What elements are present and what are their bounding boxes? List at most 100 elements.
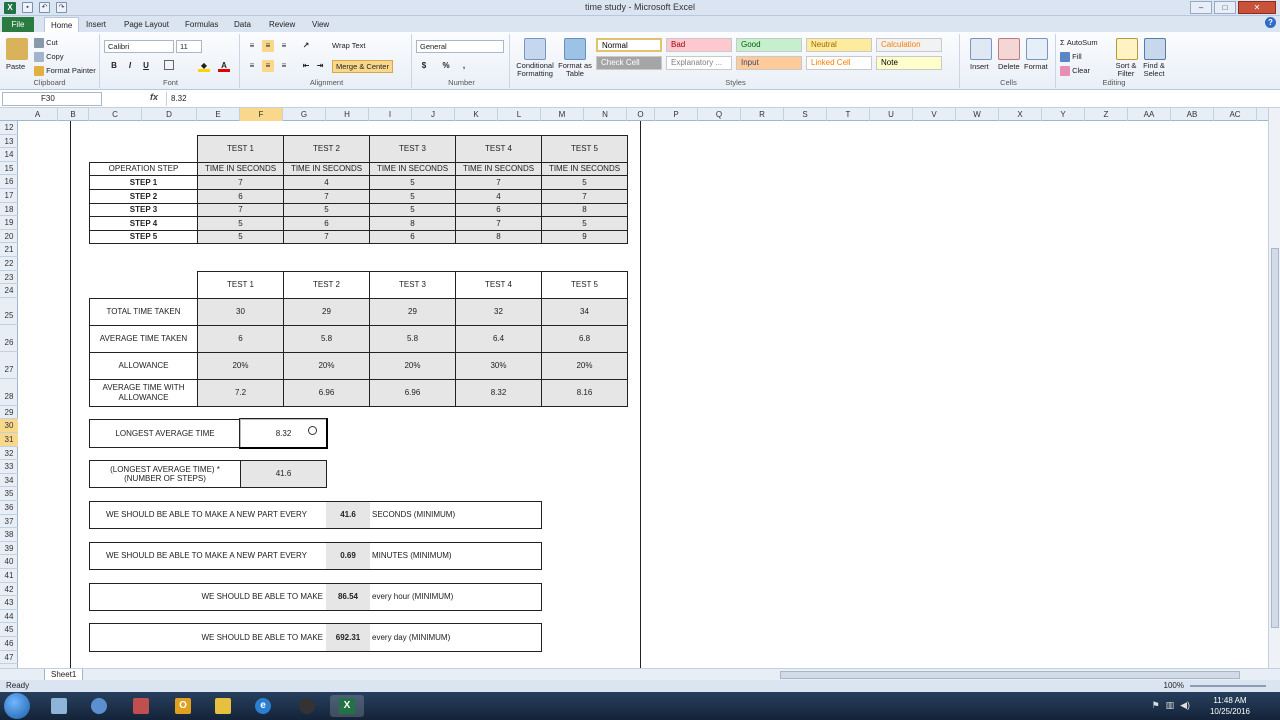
column-header-y[interactable]: Y — [1042, 108, 1085, 121]
row-header-39[interactable]: 39 — [0, 542, 18, 556]
comma-button[interactable]: , — [458, 60, 470, 72]
step-label[interactable]: STEP 3 — [89, 202, 198, 218]
metric-value[interactable]: 6 — [197, 324, 284, 353]
table1-test-header[interactable]: TEST 2 — [283, 134, 370, 163]
row-header-12[interactable]: 12 — [0, 121, 18, 135]
step-value[interactable]: 6 — [197, 189, 284, 204]
percent-button[interactable]: % — [440, 60, 452, 72]
table2-test-header[interactable]: TEST 4 — [455, 270, 542, 299]
increase-indent-icon[interactable]: ⇥ — [314, 60, 326, 72]
fill-color-icon[interactable]: ◆ — [198, 60, 210, 72]
cell-style-input[interactable]: Input — [736, 56, 802, 70]
decrease-indent-icon[interactable]: ⇤ — [300, 60, 312, 72]
step-value[interactable]: 7 — [455, 175, 542, 190]
row-header-24[interactable]: 24 — [0, 284, 18, 298]
step-value[interactable]: 8 — [455, 229, 542, 245]
product-label[interactable]: (LONGEST AVERAGE TIME) * (NUMBER OF STEP… — [89, 460, 241, 489]
column-header-i[interactable]: I — [369, 108, 412, 121]
metric-value[interactable]: 34 — [541, 297, 628, 326]
statement-prefix[interactable]: WE SHOULD BE ABLE TO MAKE — [89, 623, 327, 652]
autosum-button[interactable]: Σ AutoSum — [1060, 38, 1098, 47]
maximize-button[interactable]: □ — [1214, 1, 1236, 14]
taskbar-ie-icon[interactable]: e — [246, 695, 280, 717]
table1-time-header[interactable]: TIME IN SECONDS — [283, 161, 370, 177]
taskbar-outlook-icon[interactable]: O — [166, 695, 200, 717]
row-header-27[interactable]: 27 — [0, 352, 18, 379]
column-header-o[interactable]: O — [627, 108, 655, 121]
minimize-button[interactable]: – — [1190, 1, 1212, 14]
step-value[interactable]: 4 — [283, 175, 370, 190]
step-value[interactable]: 7 — [455, 216, 542, 231]
copy-button[interactable]: Copy — [34, 52, 64, 63]
step-value[interactable]: 5 — [283, 202, 370, 218]
metric-value[interactable]: 8.32 — [455, 378, 542, 407]
column-header-r[interactable]: R — [741, 108, 784, 121]
step-value[interactable]: 8 — [369, 216, 456, 231]
format-painter-button[interactable]: Format Painter — [34, 66, 96, 77]
tab-formulas[interactable]: Formulas — [179, 17, 224, 32]
statement-value[interactable]: 692.31 — [326, 623, 370, 652]
flag-icon[interactable]: ⚑ — [1151, 700, 1159, 711]
metric-value[interactable]: 29 — [283, 297, 370, 326]
statement-value[interactable]: 41.6 — [326, 501, 370, 530]
tab-data[interactable]: Data — [228, 17, 257, 32]
row-header-44[interactable]: 44 — [0, 610, 18, 624]
cell-style-good[interactable]: Good — [736, 38, 802, 52]
metric-value[interactable]: 29 — [369, 297, 456, 326]
column-header-t[interactable]: T — [827, 108, 870, 121]
step-value[interactable]: 6 — [283, 216, 370, 231]
statement-suffix[interactable]: every day (MINIMUM) — [369, 623, 542, 652]
metric-value[interactable]: 6.96 — [283, 378, 370, 407]
zoom-slider[interactable] — [1190, 685, 1266, 687]
row-header-36[interactable]: 36 — [0, 501, 18, 515]
taskbar-media-icon[interactable] — [82, 695, 116, 717]
step-value[interactable]: 7 — [197, 175, 284, 190]
metric-value[interactable]: 20% — [283, 351, 370, 380]
cut-button[interactable]: Cut — [34, 38, 58, 49]
step-value[interactable]: 6 — [369, 229, 456, 245]
row-header-15[interactable]: 15 — [0, 162, 18, 176]
format-button[interactable]: Format — [1024, 62, 1048, 71]
step-value[interactable]: 7 — [283, 229, 370, 245]
paste-icon[interactable] — [6, 38, 28, 60]
table2-test-header[interactable]: TEST 2 — [283, 270, 370, 299]
vertical-scrollbar[interactable] — [1268, 108, 1280, 668]
table1-time-header[interactable]: TIME IN SECONDS — [455, 161, 542, 177]
paste-button[interactable]: Paste — [6, 62, 25, 71]
tab-insert[interactable]: Insert — [80, 17, 112, 32]
statement-suffix[interactable]: SECONDS (MINIMUM) — [369, 501, 542, 530]
column-header-n[interactable]: N — [584, 108, 627, 121]
taskbar-notepad-icon[interactable] — [42, 695, 76, 717]
clear-button[interactable]: Clear — [1060, 66, 1090, 77]
format-as-table-icon[interactable] — [564, 38, 586, 60]
taskbar-app-icon[interactable] — [290, 695, 324, 717]
row-header-41[interactable]: 41 — [0, 569, 18, 583]
row-header-14[interactable]: 14 — [0, 148, 18, 162]
row-header-13[interactable]: 13 — [0, 135, 18, 149]
conditional-formatting-icon[interactable] — [524, 38, 546, 60]
step-label[interactable]: STEP 4 — [89, 216, 198, 231]
align-left-icon[interactable]: ≡ — [246, 60, 258, 72]
align-right-icon[interactable]: ≡ — [278, 60, 290, 72]
wrap-text-button[interactable]: Wrap Text — [332, 41, 366, 50]
metric-value[interactable]: 6.96 — [369, 378, 456, 407]
row-header-45[interactable]: 45 — [0, 623, 18, 637]
row-header-33[interactable]: 33 — [0, 460, 18, 474]
column-header-w[interactable]: W — [956, 108, 999, 121]
zoom-level[interactable]: 100% — [1164, 680, 1184, 692]
metric-value[interactable]: 7.2 — [197, 378, 284, 407]
orientation-icon[interactable]: ↗ — [300, 40, 312, 52]
step-value[interactable]: 8 — [541, 202, 628, 218]
cell-style-explanatory[interactable]: Explanatory ... — [666, 56, 732, 70]
step-value[interactable]: 7 — [197, 202, 284, 218]
taskbar-explorer-icon[interactable] — [206, 695, 240, 717]
format-as-table-button[interactable]: Format as Table — [556, 62, 594, 78]
tab-page-layout[interactable]: Page Layout — [118, 17, 175, 32]
cell-style-bad[interactable]: Bad — [666, 38, 732, 52]
operation-step-header[interactable]: OPERATION STEP — [89, 161, 198, 177]
column-header-c[interactable]: C — [89, 108, 142, 121]
metric-value[interactable]: 5.8 — [369, 324, 456, 353]
italic-button[interactable]: I — [124, 60, 136, 72]
taskbar-excel-icon[interactable]: X — [330, 695, 364, 717]
statement-value[interactable]: 0.69 — [326, 541, 370, 570]
